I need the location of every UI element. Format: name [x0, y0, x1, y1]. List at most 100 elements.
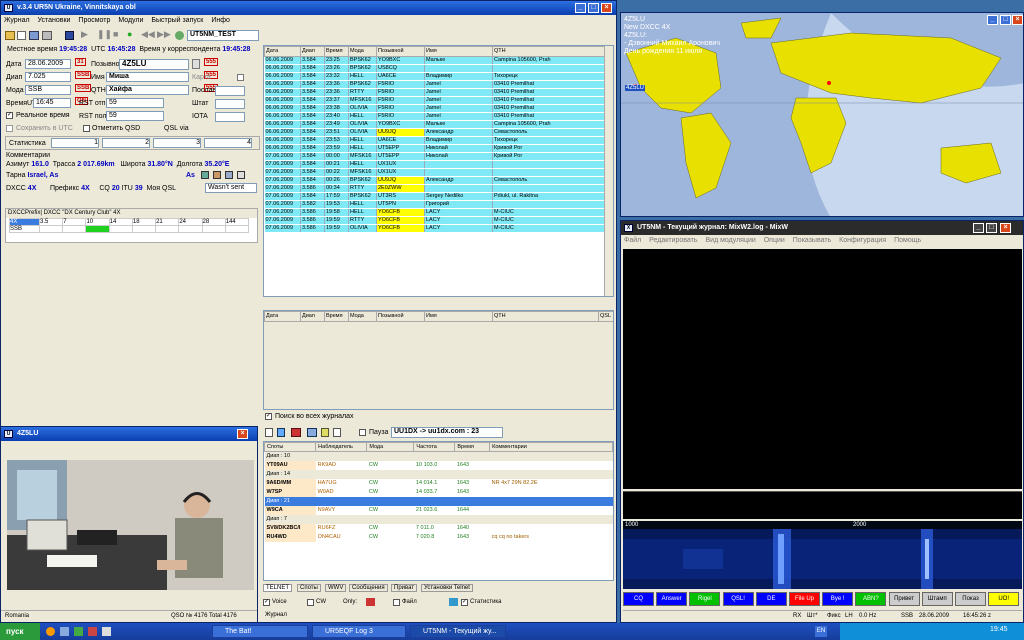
log-row[interactable]: 07.06.2009 3.586 00:34 RTTY 2E0ZWW [264, 184, 605, 193]
search-all-checkbox[interactable]: ✓ [265, 413, 272, 420]
log-row[interactable]: 07.06.2009 3.584 00:22 MFSK16 UX1UX [264, 168, 605, 177]
col-spot[interactable]: Споты [264, 442, 317, 452]
col-band[interactable]: Диап [300, 46, 325, 57]
taskbar-thebat[interactable]: The Bat! [212, 625, 308, 638]
col2-date[interactable]: Дата [264, 311, 301, 322]
minimize-button[interactable]: _ [575, 3, 586, 13]
save-utc-checkbox[interactable] [6, 125, 13, 132]
qth-field[interactable]: Хайфа [106, 85, 189, 95]
rewind-icon[interactable]: ◀◀ [141, 29, 155, 40]
col-freq[interactable]: Частота [413, 442, 456, 452]
macro-button[interactable]: UO! [988, 592, 1020, 606]
status-mode[interactable]: SSB [901, 613, 913, 619]
quicklaunch-media-icon[interactable] [88, 627, 97, 636]
filter-icon[interactable] [307, 428, 317, 437]
col-date[interactable]: Дата [264, 46, 301, 57]
col2-qth[interactable]: QTH [492, 311, 599, 322]
col-time[interactable]: Время [324, 46, 349, 57]
log-row[interactable]: 06.06.2009 3.584 23:26 BPSK62 US8CQ [264, 64, 605, 73]
lookup-icon[interactable] [192, 59, 200, 69]
new-icon[interactable] [17, 31, 26, 40]
col-call[interactable]: Позывной [376, 46, 425, 57]
mixw-menu-edit[interactable]: Редактировать [646, 237, 700, 244]
macro-button[interactable]: DE [755, 592, 787, 606]
quicklaunch-app-icon[interactable] [74, 627, 83, 636]
log-row[interactable]: 07.06.2009 3.584 00:21 HELL UX1UX [264, 160, 605, 169]
callsign-check-icon[interactable]: 555 [204, 58, 219, 66]
user-icon[interactable] [175, 31, 184, 40]
mixw-maximize-button[interactable]: □ [986, 223, 997, 233]
callsign-field[interactable]: 4Z5LU [119, 59, 189, 70]
tab-spots[interactable]: Споты [297, 584, 321, 592]
print-icon[interactable] [42, 31, 52, 40]
col2-call[interactable]: Позывной [376, 311, 425, 322]
col-spotter[interactable]: Наблюдатель [315, 442, 368, 452]
menu-settings[interactable]: Установки [35, 17, 74, 24]
open-icon[interactable] [5, 31, 15, 40]
log-row[interactable]: 07.06.2009 3.582 19:53 HELL UT5PN Григорий [264, 200, 605, 209]
menu-quick-launch[interactable]: Быстрый запуск [148, 17, 206, 24]
only-icon[interactable] [366, 598, 375, 606]
rst-rcvd-field[interactable]: 59 [106, 111, 164, 121]
col2-time[interactable]: Время [324, 311, 349, 322]
log-row[interactable]: 07.06.2009 3.586 19:58 HELL YO6CFB LACY M-CIUC [264, 208, 605, 217]
card-checkbox[interactable] [237, 74, 244, 81]
macro-button[interactable]: CQ [623, 592, 654, 606]
log-row[interactable]: 06.06.2009 3.584 23:51 OLIVIA UU9JQ Александр… [264, 128, 605, 137]
spot-group[interactable]: Диап : 14 [264, 469, 613, 479]
clear-icon[interactable] [333, 428, 341, 437]
macro-button[interactable]: Привет [888, 592, 920, 606]
spot-row[interactable]: W7SP W0AD CW 14 033.7 1643 [264, 487, 613, 497]
map-minimize-button[interactable]: _ [987, 15, 998, 25]
rx-text-area[interactable] [623, 249, 1022, 489]
quicklaunch-firefox-icon[interactable] [46, 627, 55, 636]
mixw-menu-file[interactable]: Файл [621, 237, 644, 244]
pause-checkbox[interactable] [359, 429, 366, 436]
record-icon[interactable]: ● [127, 29, 132, 39]
ffwd-icon[interactable]: ▶▶ [157, 29, 171, 40]
mixw-menu-options[interactable]: Опции [761, 237, 788, 244]
status-sht[interactable]: Шт* [807, 613, 818, 619]
tab-telnet[interactable]: TELNET [263, 584, 293, 592]
col2-band[interactable]: Диап [300, 311, 325, 322]
status-rx[interactable]: RX [793, 613, 801, 619]
log-row[interactable]: 06.06.2009 3.584 23:40 HELL F5RIO Jamel 03410 … [264, 112, 605, 121]
col-name[interactable]: Имя [424, 46, 493, 57]
connect-icon[interactable] [277, 428, 285, 437]
date-field[interactable]: 28.06.2009 [25, 59, 71, 69]
macro-button[interactable]: Answer [656, 592, 688, 606]
status-lh[interactable]: LH [845, 613, 853, 619]
language-indicator[interactable]: EN [815, 626, 827, 637]
quicklaunch-desktop-icon[interactable] [102, 627, 111, 636]
realtime-checkbox[interactable]: ✓ [6, 112, 13, 119]
qrz-icon[interactable] [225, 171, 233, 179]
col-spot-mode[interactable]: Мода [366, 442, 415, 452]
spot-row[interactable]: W9CA N9AVY CW 21 023.6 1644 [264, 505, 613, 515]
col-comments[interactable]: Комментарии [489, 442, 613, 452]
col2-qsl[interactable]: QSL [598, 311, 613, 322]
tab-private[interactable]: Приват [391, 584, 418, 592]
iota-field[interactable] [215, 112, 245, 122]
map-close-button[interactable]: × [1012, 15, 1023, 25]
menu-info[interactable]: Инфо [208, 17, 233, 24]
play-icon[interactable]: ▶ [81, 29, 88, 40]
stats-field-1[interactable]: 1 [51, 138, 99, 148]
cluster-select[interactable]: UU1DX -> uu1dx.com : 23 [391, 427, 503, 438]
status-fix[interactable]: Фикс [827, 613, 841, 619]
pause-icon[interactable]: ❚❚ [97, 29, 112, 40]
mixw-menu-mode[interactable]: Вид модуляции [702, 237, 758, 244]
col-qth[interactable]: QTH [492, 46, 605, 57]
save-icon[interactable] [65, 31, 74, 40]
map-maximize-button[interactable]: □ [1000, 15, 1011, 25]
macro-button[interactable]: Rigel [689, 592, 721, 606]
stats-field-3[interactable]: 3 [153, 138, 201, 148]
spot-group[interactable]: Диап : 10 [264, 451, 613, 461]
spot-row[interactable]: SV8/DK2BC/I RU6FZ CW 7 011.0 1640 [264, 523, 613, 533]
taskbar-mixw[interactable]: UT5NM - Текущий жу... [410, 625, 506, 638]
macro-button[interactable]: Показ [955, 592, 986, 606]
col-spot-time[interactable]: Время [454, 442, 491, 452]
spot-group[interactable]: Диап : 21 [264, 496, 613, 506]
cw-checkbox[interactable] [307, 599, 314, 606]
doc-icon[interactable] [265, 428, 273, 437]
log-row[interactable]: 06.06.2009 3.584 23:36 BPSK62 F5RIO Jamel 0341… [264, 80, 605, 89]
